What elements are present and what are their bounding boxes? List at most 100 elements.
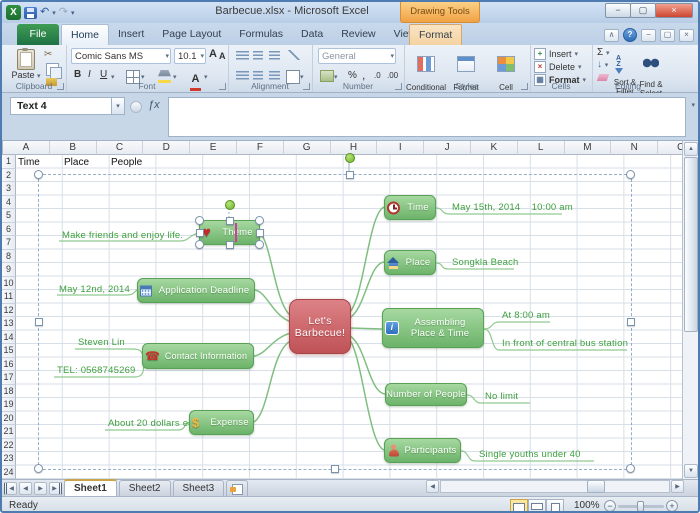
column-header[interactable]: K bbox=[471, 141, 518, 155]
row-header[interactable]: 23 bbox=[2, 452, 16, 466]
last-sheet-icon[interactable]: ▶ bbox=[49, 482, 62, 495]
annotation-make-friends[interactable]: Make friends and enjoy life. bbox=[62, 230, 183, 241]
tab-insert[interactable]: Insert bbox=[109, 24, 153, 45]
shape-handle[interactable] bbox=[226, 217, 234, 225]
row-header[interactable]: 21 bbox=[2, 425, 16, 439]
column-header[interactable]: E bbox=[190, 141, 237, 155]
next-sheet-icon[interactable]: ▶ bbox=[34, 482, 47, 495]
canvas-rotate-handle[interactable] bbox=[345, 153, 355, 163]
node-participants[interactable]: Participants bbox=[384, 438, 461, 463]
zoom-out-button[interactable]: − bbox=[604, 500, 616, 512]
insert-worksheet-tab[interactable] bbox=[226, 480, 248, 496]
shape-handle[interactable] bbox=[256, 229, 264, 237]
align-center-icon[interactable] bbox=[253, 71, 263, 80]
scroll-up-icon[interactable]: ▲ bbox=[684, 142, 698, 156]
zoom-slider-thumb[interactable] bbox=[637, 501, 644, 512]
tab-data[interactable]: Data bbox=[292, 24, 332, 45]
insert-function-icon[interactable]: ƒx bbox=[148, 99, 160, 111]
page-break-view-button[interactable] bbox=[546, 499, 564, 513]
hscroll-track[interactable] bbox=[440, 480, 670, 493]
column-header[interactable]: F bbox=[237, 141, 284, 155]
shape-rotate-handle[interactable] bbox=[225, 200, 235, 210]
delete-cells-button[interactable]: × Delete▾ bbox=[534, 61, 582, 73]
vertical-scroll-thumb[interactable] bbox=[684, 157, 698, 332]
orientation-icon[interactable] bbox=[288, 50, 300, 60]
name-box[interactable]: Text 4 bbox=[10, 97, 112, 115]
row-header[interactable]: 8 bbox=[2, 250, 16, 264]
zoom-in-button[interactable]: + bbox=[666, 500, 678, 512]
column-header[interactable]: G bbox=[284, 141, 331, 155]
underline-dropdown-icon[interactable]: ▾ bbox=[111, 73, 115, 81]
column-header[interactable]: J bbox=[424, 141, 471, 155]
accounting-dropdown-icon[interactable]: ▾ bbox=[334, 73, 338, 81]
borders-dropdown-icon[interactable]: ▾ bbox=[141, 73, 145, 81]
row-header[interactable]: 12 bbox=[2, 304, 16, 318]
clear-icon[interactable] bbox=[597, 74, 610, 81]
canvas-handle[interactable] bbox=[346, 171, 354, 179]
column-header[interactable]: L bbox=[518, 141, 565, 155]
font-size-combo[interactable]: 10.1 ▾ bbox=[174, 48, 206, 64]
tab-file[interactable]: File bbox=[17, 24, 59, 45]
row-header[interactable]: 20 bbox=[2, 412, 16, 426]
align-bottom-icon[interactable] bbox=[269, 51, 280, 60]
canvas-handle[interactable] bbox=[626, 464, 635, 473]
grow-font-button[interactable]: A bbox=[209, 49, 217, 59]
alignment-dialog-launcher-icon[interactable] bbox=[303, 83, 310, 90]
hscroll-right-icon[interactable]: ▶ bbox=[671, 480, 684, 493]
annotation-contact-name[interactable]: Steven Lin bbox=[78, 337, 125, 348]
normal-view-button[interactable] bbox=[510, 499, 528, 513]
column-header[interactable]: M bbox=[565, 141, 612, 155]
cut-icon[interactable]: ✂ bbox=[44, 49, 52, 60]
column-header[interactable]: C bbox=[97, 141, 144, 155]
column-header[interactable]: D bbox=[143, 141, 190, 155]
sheet-tab-sheet3[interactable]: Sheet3 bbox=[173, 480, 225, 497]
row-header[interactable]: 10 bbox=[2, 277, 16, 291]
canvas-handle[interactable] bbox=[34, 464, 43, 473]
shape-handle[interactable] bbox=[196, 229, 204, 237]
tab-review[interactable]: Review bbox=[332, 24, 384, 45]
annotation-contact-tel[interactable]: TEL: 0568745269 bbox=[57, 365, 136, 376]
column-header[interactable]: B bbox=[50, 141, 97, 155]
annotation-deadline-date[interactable]: May 12nd, 2014 bbox=[59, 284, 130, 295]
clipboard-dialog-launcher-icon[interactable] bbox=[57, 83, 64, 90]
node-application-deadline[interactable]: Application Deadline bbox=[137, 278, 255, 303]
shape-handle[interactable] bbox=[255, 240, 264, 249]
node-number-of-people[interactable]: Number of People bbox=[385, 383, 467, 406]
row-header[interactable]: 14 bbox=[2, 331, 16, 345]
annotation-assembling-time[interactable]: At 8:00 am bbox=[502, 310, 550, 321]
row-header[interactable]: 3 bbox=[2, 182, 16, 196]
tab-home[interactable]: Home bbox=[61, 24, 109, 45]
cell-c1[interactable]: People bbox=[111, 157, 142, 168]
shape-handle[interactable] bbox=[195, 240, 204, 249]
row-header[interactable]: 13 bbox=[2, 317, 16, 331]
row-header[interactable]: 5 bbox=[2, 209, 16, 223]
insert-cells-button[interactable]: + Insert▾ bbox=[534, 48, 578, 60]
tab-formulas[interactable]: Formulas bbox=[230, 24, 292, 45]
vertical-scrollbar[interactable]: ▲ ▼ bbox=[682, 141, 698, 479]
align-left-icon[interactable] bbox=[236, 71, 249, 80]
canvas-handle[interactable] bbox=[626, 170, 635, 179]
minimize-button[interactable]: − bbox=[605, 3, 631, 18]
fill-button[interactable]: ↓ ▾ bbox=[597, 59, 608, 70]
first-sheet-icon[interactable]: ◀ bbox=[4, 482, 17, 495]
increase-decimal-button[interactable]: .0 bbox=[374, 71, 381, 80]
shape-handle[interactable] bbox=[195, 216, 204, 225]
row-header[interactable]: 4 bbox=[2, 196, 16, 210]
row-header[interactable]: 18 bbox=[2, 385, 16, 399]
row-header[interactable]: 2 bbox=[2, 169, 16, 183]
close-button[interactable]: × bbox=[655, 3, 693, 18]
workbook-minimize-icon[interactable]: − bbox=[641, 29, 656, 42]
row-header[interactable]: 16 bbox=[2, 358, 16, 372]
tab-format[interactable]: Format bbox=[409, 24, 462, 46]
column-header[interactable]: N bbox=[611, 141, 658, 155]
percent-style-button[interactable]: % bbox=[348, 70, 357, 81]
annotation-time[interactable]: May 15th, 2014 10:00 am bbox=[452, 202, 573, 213]
canvas-handle[interactable] bbox=[34, 170, 43, 179]
canvas-handle[interactable] bbox=[331, 465, 339, 473]
annotation-assembling-place[interactable]: In front of central bus station bbox=[502, 338, 628, 349]
bold-button[interactable]: B bbox=[74, 69, 81, 80]
row-header[interactable]: 9 bbox=[2, 263, 16, 277]
font-color-dropdown-icon[interactable]: ▾ bbox=[204, 73, 208, 81]
column-header[interactable]: H bbox=[331, 141, 378, 155]
hscroll-left-icon[interactable]: ◀ bbox=[426, 480, 439, 493]
